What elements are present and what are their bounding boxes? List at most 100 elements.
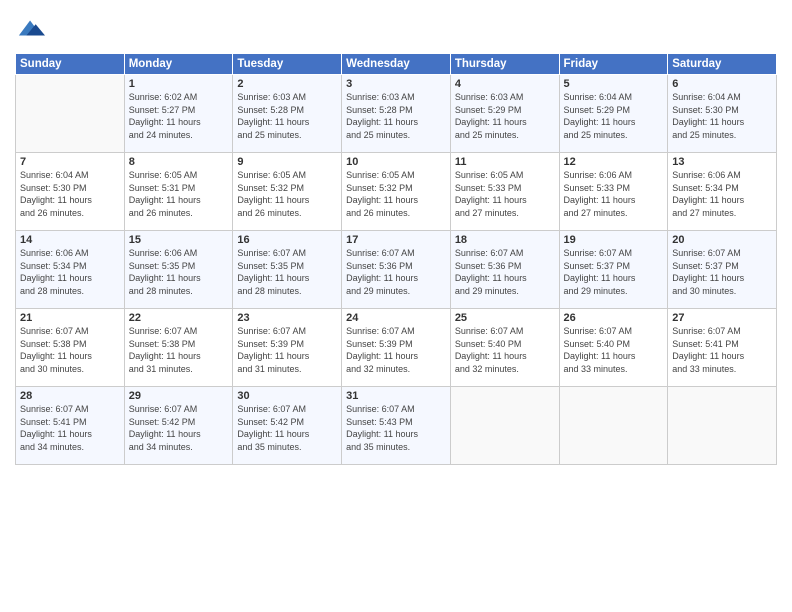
calendar-cell: 17Sunrise: 6:07 AM Sunset: 5:36 PM Dayli… — [342, 231, 451, 309]
day-number: 23 — [237, 312, 337, 324]
calendar-cell: 28Sunrise: 6:07 AM Sunset: 5:41 PM Dayli… — [16, 387, 125, 465]
day-info: Sunrise: 6:06 AM Sunset: 5:35 PM Dayligh… — [129, 247, 229, 297]
day-number: 25 — [455, 312, 555, 324]
calendar-cell: 8Sunrise: 6:05 AM Sunset: 5:31 PM Daylig… — [124, 153, 233, 231]
day-number: 12 — [564, 156, 664, 168]
day-number: 20 — [672, 234, 772, 246]
day-info: Sunrise: 6:02 AM Sunset: 5:27 PM Dayligh… — [129, 91, 229, 141]
day-info: Sunrise: 6:06 AM Sunset: 5:34 PM Dayligh… — [20, 247, 120, 297]
calendar-week: 28Sunrise: 6:07 AM Sunset: 5:41 PM Dayli… — [16, 387, 777, 465]
day-number: 7 — [20, 156, 120, 168]
day-number: 4 — [455, 78, 555, 90]
calendar-week: 1Sunrise: 6:02 AM Sunset: 5:27 PM Daylig… — [16, 75, 777, 153]
day-number: 28 — [20, 390, 120, 402]
logo — [15, 14, 45, 47]
calendar-cell — [559, 387, 668, 465]
calendar-cell: 13Sunrise: 6:06 AM Sunset: 5:34 PM Dayli… — [668, 153, 777, 231]
day-info: Sunrise: 6:05 AM Sunset: 5:32 PM Dayligh… — [237, 169, 337, 219]
day-number: 2 — [237, 78, 337, 90]
day-info: Sunrise: 6:07 AM Sunset: 5:42 PM Dayligh… — [237, 403, 337, 453]
day-number: 26 — [564, 312, 664, 324]
calendar-cell: 24Sunrise: 6:07 AM Sunset: 5:39 PM Dayli… — [342, 309, 451, 387]
calendar-cell — [450, 387, 559, 465]
day-info: Sunrise: 6:05 AM Sunset: 5:33 PM Dayligh… — [455, 169, 555, 219]
day-number: 9 — [237, 156, 337, 168]
calendar-week: 14Sunrise: 6:06 AM Sunset: 5:34 PM Dayli… — [16, 231, 777, 309]
day-info: Sunrise: 6:07 AM Sunset: 5:35 PM Dayligh… — [237, 247, 337, 297]
day-number: 22 — [129, 312, 229, 324]
day-number: 18 — [455, 234, 555, 246]
day-number: 1 — [129, 78, 229, 90]
header-day: Wednesday — [342, 54, 451, 75]
calendar-body: 1Sunrise: 6:02 AM Sunset: 5:27 PM Daylig… — [16, 75, 777, 465]
calendar-cell: 14Sunrise: 6:06 AM Sunset: 5:34 PM Dayli… — [16, 231, 125, 309]
day-number: 21 — [20, 312, 120, 324]
calendar-cell: 12Sunrise: 6:06 AM Sunset: 5:33 PM Dayli… — [559, 153, 668, 231]
day-info: Sunrise: 6:07 AM Sunset: 5:36 PM Dayligh… — [455, 247, 555, 297]
header-day: Thursday — [450, 54, 559, 75]
day-info: Sunrise: 6:05 AM Sunset: 5:31 PM Dayligh… — [129, 169, 229, 219]
day-info: Sunrise: 6:07 AM Sunset: 5:41 PM Dayligh… — [672, 325, 772, 375]
day-number: 3 — [346, 78, 446, 90]
calendar-cell: 30Sunrise: 6:07 AM Sunset: 5:42 PM Dayli… — [233, 387, 342, 465]
day-info: Sunrise: 6:05 AM Sunset: 5:32 PM Dayligh… — [346, 169, 446, 219]
day-number: 31 — [346, 390, 446, 402]
day-number: 11 — [455, 156, 555, 168]
day-number: 16 — [237, 234, 337, 246]
day-number: 24 — [346, 312, 446, 324]
day-number: 13 — [672, 156, 772, 168]
day-number: 10 — [346, 156, 446, 168]
day-number: 6 — [672, 78, 772, 90]
calendar-cell: 2Sunrise: 6:03 AM Sunset: 5:28 PM Daylig… — [233, 75, 342, 153]
day-number: 15 — [129, 234, 229, 246]
day-info: Sunrise: 6:07 AM Sunset: 5:43 PM Dayligh… — [346, 403, 446, 453]
day-number: 5 — [564, 78, 664, 90]
day-info: Sunrise: 6:04 AM Sunset: 5:30 PM Dayligh… — [20, 169, 120, 219]
calendar-cell: 18Sunrise: 6:07 AM Sunset: 5:36 PM Dayli… — [450, 231, 559, 309]
calendar-cell: 31Sunrise: 6:07 AM Sunset: 5:43 PM Dayli… — [342, 387, 451, 465]
header — [15, 10, 777, 47]
day-info: Sunrise: 6:04 AM Sunset: 5:30 PM Dayligh… — [672, 91, 772, 141]
header-day: Sunday — [16, 54, 125, 75]
day-info: Sunrise: 6:07 AM Sunset: 5:38 PM Dayligh… — [20, 325, 120, 375]
day-info: Sunrise: 6:07 AM Sunset: 5:39 PM Dayligh… — [237, 325, 337, 375]
day-number: 29 — [129, 390, 229, 402]
calendar-header: SundayMondayTuesdayWednesdayThursdayFrid… — [16, 54, 777, 75]
day-info: Sunrise: 6:07 AM Sunset: 5:40 PM Dayligh… — [455, 325, 555, 375]
header-day: Monday — [124, 54, 233, 75]
day-info: Sunrise: 6:07 AM Sunset: 5:39 PM Dayligh… — [346, 325, 446, 375]
day-info: Sunrise: 6:04 AM Sunset: 5:29 PM Dayligh… — [564, 91, 664, 141]
day-info: Sunrise: 6:03 AM Sunset: 5:28 PM Dayligh… — [346, 91, 446, 141]
day-number: 17 — [346, 234, 446, 246]
calendar-cell: 21Sunrise: 6:07 AM Sunset: 5:38 PM Dayli… — [16, 309, 125, 387]
calendar-cell: 4Sunrise: 6:03 AM Sunset: 5:29 PM Daylig… — [450, 75, 559, 153]
day-info: Sunrise: 6:03 AM Sunset: 5:28 PM Dayligh… — [237, 91, 337, 141]
header-day: Tuesday — [233, 54, 342, 75]
header-day: Saturday — [668, 54, 777, 75]
calendar-cell: 22Sunrise: 6:07 AM Sunset: 5:38 PM Dayli… — [124, 309, 233, 387]
day-number: 14 — [20, 234, 120, 246]
day-number: 30 — [237, 390, 337, 402]
logo-icon — [17, 14, 45, 42]
calendar-cell: 6Sunrise: 6:04 AM Sunset: 5:30 PM Daylig… — [668, 75, 777, 153]
day-info: Sunrise: 6:07 AM Sunset: 5:37 PM Dayligh… — [564, 247, 664, 297]
calendar-cell: 16Sunrise: 6:07 AM Sunset: 5:35 PM Dayli… — [233, 231, 342, 309]
day-info: Sunrise: 6:07 AM Sunset: 5:38 PM Dayligh… — [129, 325, 229, 375]
header-day: Friday — [559, 54, 668, 75]
calendar-cell: 19Sunrise: 6:07 AM Sunset: 5:37 PM Dayli… — [559, 231, 668, 309]
day-number: 19 — [564, 234, 664, 246]
calendar-cell: 15Sunrise: 6:06 AM Sunset: 5:35 PM Dayli… — [124, 231, 233, 309]
calendar-cell: 27Sunrise: 6:07 AM Sunset: 5:41 PM Dayli… — [668, 309, 777, 387]
calendar-cell: 29Sunrise: 6:07 AM Sunset: 5:42 PM Dayli… — [124, 387, 233, 465]
day-info: Sunrise: 6:07 AM Sunset: 5:37 PM Dayligh… — [672, 247, 772, 297]
calendar-cell: 23Sunrise: 6:07 AM Sunset: 5:39 PM Dayli… — [233, 309, 342, 387]
calendar-cell: 7Sunrise: 6:04 AM Sunset: 5:30 PM Daylig… — [16, 153, 125, 231]
calendar-week: 21Sunrise: 6:07 AM Sunset: 5:38 PM Dayli… — [16, 309, 777, 387]
calendar-table: SundayMondayTuesdayWednesdayThursdayFrid… — [15, 53, 777, 465]
calendar-cell: 11Sunrise: 6:05 AM Sunset: 5:33 PM Dayli… — [450, 153, 559, 231]
day-info: Sunrise: 6:06 AM Sunset: 5:33 PM Dayligh… — [564, 169, 664, 219]
calendar-cell: 26Sunrise: 6:07 AM Sunset: 5:40 PM Dayli… — [559, 309, 668, 387]
header-row: SundayMondayTuesdayWednesdayThursdayFrid… — [16, 54, 777, 75]
calendar-cell: 5Sunrise: 6:04 AM Sunset: 5:29 PM Daylig… — [559, 75, 668, 153]
calendar-cell — [668, 387, 777, 465]
